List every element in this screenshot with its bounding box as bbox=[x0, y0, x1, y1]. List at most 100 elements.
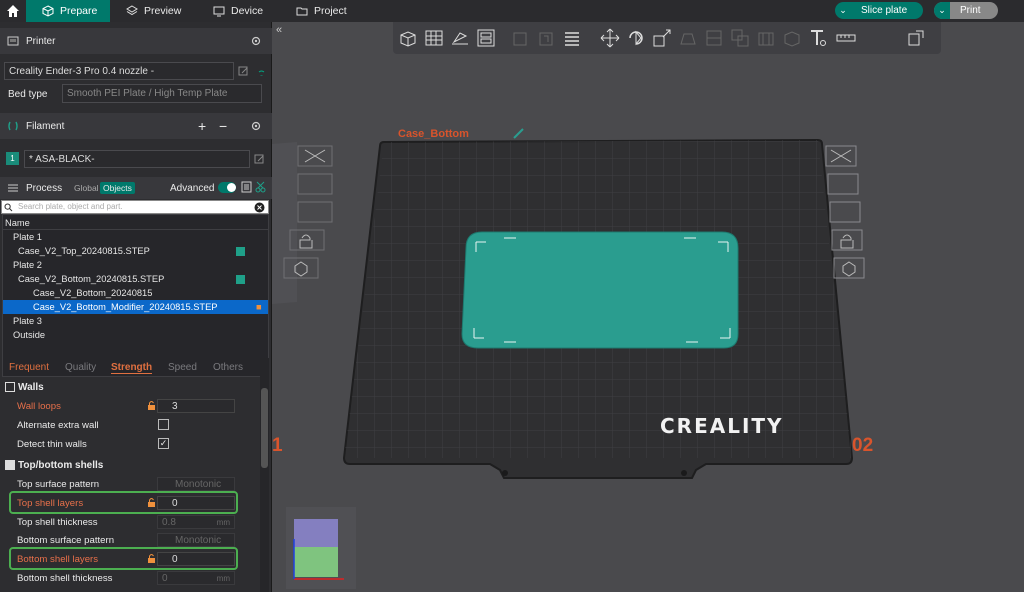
tab-device-label: Device bbox=[231, 5, 264, 17]
slice-plate-button[interactable]: ⌄ Slice plate bbox=[835, 2, 923, 19]
shells-icon bbox=[5, 460, 15, 470]
walls-title: Walls bbox=[18, 381, 44, 393]
wall-loops-row: Wall loops 3 bbox=[0, 397, 258, 415]
top-bar: Prepare Preview Device Project ⌄ Slice p… bbox=[0, 0, 1024, 22]
print-label: Print bbox=[960, 5, 981, 16]
alternate-extra-wall-label: Alternate extra wall bbox=[17, 419, 99, 431]
filament-name: * ASA-BLACK- bbox=[29, 153, 95, 165]
process-section-label: Process bbox=[26, 182, 63, 194]
list-item-selected[interactable]: Case_V2_Bottom_Modifier_20240815.STEP ■ bbox=[3, 300, 268, 314]
bed-type-value: Smooth PEI Plate / High Temp Plate bbox=[67, 88, 228, 99]
bottom-shell-thickness-input[interactable]: 0 mm bbox=[157, 571, 235, 585]
lock-icon[interactable]: ■ bbox=[256, 302, 262, 312]
walls-group-header: Walls bbox=[0, 378, 258, 396]
bed-type-label: Bed type bbox=[8, 89, 48, 100]
build-plate-scene bbox=[272, 138, 865, 479]
object-search-input[interactable]: Search plate, object and part. bbox=[1, 200, 269, 214]
model-object bbox=[461, 231, 739, 349]
tab-project-label: Project bbox=[314, 5, 347, 17]
wall-loops-input[interactable]: 3 bbox=[157, 399, 235, 413]
tab-frequent[interactable]: Frequent bbox=[9, 362, 49, 373]
tab-preview-label: Preview bbox=[144, 5, 182, 17]
close-icon[interactable] bbox=[254, 202, 265, 213]
alternate-extra-wall-checkbox[interactable] bbox=[158, 419, 169, 430]
3d-viewport[interactable]: « Case_Bottom CREALITY 1 02 bbox=[272, 22, 1024, 592]
list-item[interactable]: Plate 1 bbox=[3, 230, 268, 244]
printer-section-label: Printer bbox=[26, 35, 56, 47]
list-item[interactable]: Case_V2_Bottom_20240815.STEP bbox=[3, 272, 268, 286]
object-name-label: Case_Bottom bbox=[398, 128, 469, 140]
tab-others[interactable]: Others bbox=[213, 362, 243, 373]
tab-project[interactable]: Project bbox=[296, 0, 356, 22]
bottom-surface-pattern-select[interactable]: Monotonic bbox=[157, 533, 235, 547]
home-icon[interactable] bbox=[4, 2, 22, 20]
edit-icon[interactable] bbox=[238, 66, 249, 77]
topbottom-group-header: Top/bottom shells bbox=[0, 456, 258, 474]
bottom-shell-layers-highlight bbox=[9, 547, 238, 570]
print-button[interactable]: ⌄ Print bbox=[934, 2, 998, 19]
object-list: Name Plate 1 Case_V2_Top_20240815.STEP P… bbox=[2, 214, 269, 377]
advanced-toggle[interactable] bbox=[218, 182, 236, 193]
settings-scrollbar[interactable] bbox=[260, 358, 269, 592]
top-surface-pattern-label: Top surface pattern bbox=[17, 478, 100, 490]
top-surface-pattern-select[interactable]: Monotonic bbox=[157, 477, 235, 491]
top-shell-thickness-label: Top shell thickness bbox=[17, 516, 98, 528]
tab-prepare-label: Prepare bbox=[60, 5, 98, 17]
checkbox-checked-icon[interactable] bbox=[236, 246, 245, 256]
detect-thin-walls-checkbox[interactable]: ✓ bbox=[158, 438, 169, 449]
top-shell-layers-highlight bbox=[9, 491, 238, 514]
remove-filament-button[interactable]: − bbox=[219, 118, 227, 134]
objects-toggle[interactable]: Objects bbox=[100, 182, 135, 194]
top-shell-thickness-input[interactable]: 0.8 mm bbox=[157, 515, 235, 529]
edit-name-icon[interactable] bbox=[512, 128, 525, 139]
filament-select[interactable]: * ASA-BLACK- bbox=[24, 150, 250, 168]
slice-plate-label: Slice plate bbox=[861, 5, 908, 16]
filament-index: 1 bbox=[6, 152, 19, 165]
plate-brand-logo: CREALITY bbox=[660, 414, 784, 438]
tab-prepare[interactable]: Prepare bbox=[26, 0, 110, 22]
chevron-down-icon[interactable]: ⌄ bbox=[835, 5, 851, 16]
scissors-icon[interactable] bbox=[255, 181, 266, 193]
process-section-header: Process Global Objects Advanced bbox=[0, 177, 272, 199]
wall-loops-label: Wall loops bbox=[17, 400, 61, 412]
global-toggle[interactable]: Global bbox=[74, 183, 99, 193]
tab-preview[interactable]: Preview bbox=[126, 0, 196, 22]
printer-select[interactable]: Creality Ender-3 Pro 0.4 nozzle - bbox=[4, 62, 234, 80]
settings-tabs: Frequent Quality Strength Speed Others bbox=[0, 358, 272, 378]
gear-icon[interactable] bbox=[250, 120, 262, 132]
add-filament-button[interactable]: + bbox=[198, 118, 206, 134]
list-item[interactable]: Plate 2 bbox=[3, 258, 268, 272]
filament-section-header: Filament + − bbox=[0, 113, 272, 139]
view-cube[interactable] bbox=[286, 507, 356, 589]
search-placeholder: Search plate, object and part. bbox=[18, 202, 123, 211]
unlock-icon[interactable] bbox=[147, 400, 156, 411]
top-shell-thickness-row: Top shell thickness 0.8 mm bbox=[0, 513, 258, 531]
alternate-extra-wall-row: Alternate extra wall bbox=[0, 416, 258, 434]
gear-icon[interactable] bbox=[250, 35, 262, 47]
filament-icon bbox=[8, 121, 18, 131]
bottom-surface-pattern-label: Bottom surface pattern bbox=[17, 534, 115, 546]
chevron-down-icon[interactable]: ⌄ bbox=[934, 2, 950, 19]
wifi-icon[interactable] bbox=[256, 66, 267, 77]
detect-thin-walls-row: Detect thin walls ✓ bbox=[0, 435, 258, 453]
tab-device[interactable]: Device bbox=[213, 0, 273, 22]
list-item[interactable]: Case_V2_Top_20240815.STEP bbox=[3, 244, 268, 258]
list-item[interactable]: Case_V2_Bottom_20240815 bbox=[3, 286, 268, 300]
right-plate-number: 02 bbox=[852, 435, 874, 456]
cube-icon bbox=[42, 5, 54, 17]
tab-quality[interactable]: Quality bbox=[65, 362, 96, 373]
search-icon bbox=[4, 203, 13, 212]
column-header-name: Name bbox=[3, 216, 268, 230]
edit-icon[interactable] bbox=[254, 154, 265, 165]
list-item[interactable]: Plate 3 bbox=[3, 314, 268, 328]
bed-type-select[interactable]: Smooth PEI Plate / High Temp Plate bbox=[62, 84, 262, 103]
tab-strength[interactable]: Strength bbox=[111, 362, 153, 374]
detect-thin-walls-label: Detect thin walls bbox=[17, 438, 87, 450]
process-icon bbox=[8, 184, 18, 192]
tab-speed[interactable]: Speed bbox=[168, 362, 197, 373]
checkbox-checked-icon[interactable] bbox=[236, 274, 245, 284]
printer-icon bbox=[7, 36, 19, 46]
list-item[interactable]: Outside bbox=[3, 328, 268, 342]
topbottom-title: Top/bottom shells bbox=[18, 459, 104, 471]
list-icon[interactable] bbox=[241, 181, 252, 193]
